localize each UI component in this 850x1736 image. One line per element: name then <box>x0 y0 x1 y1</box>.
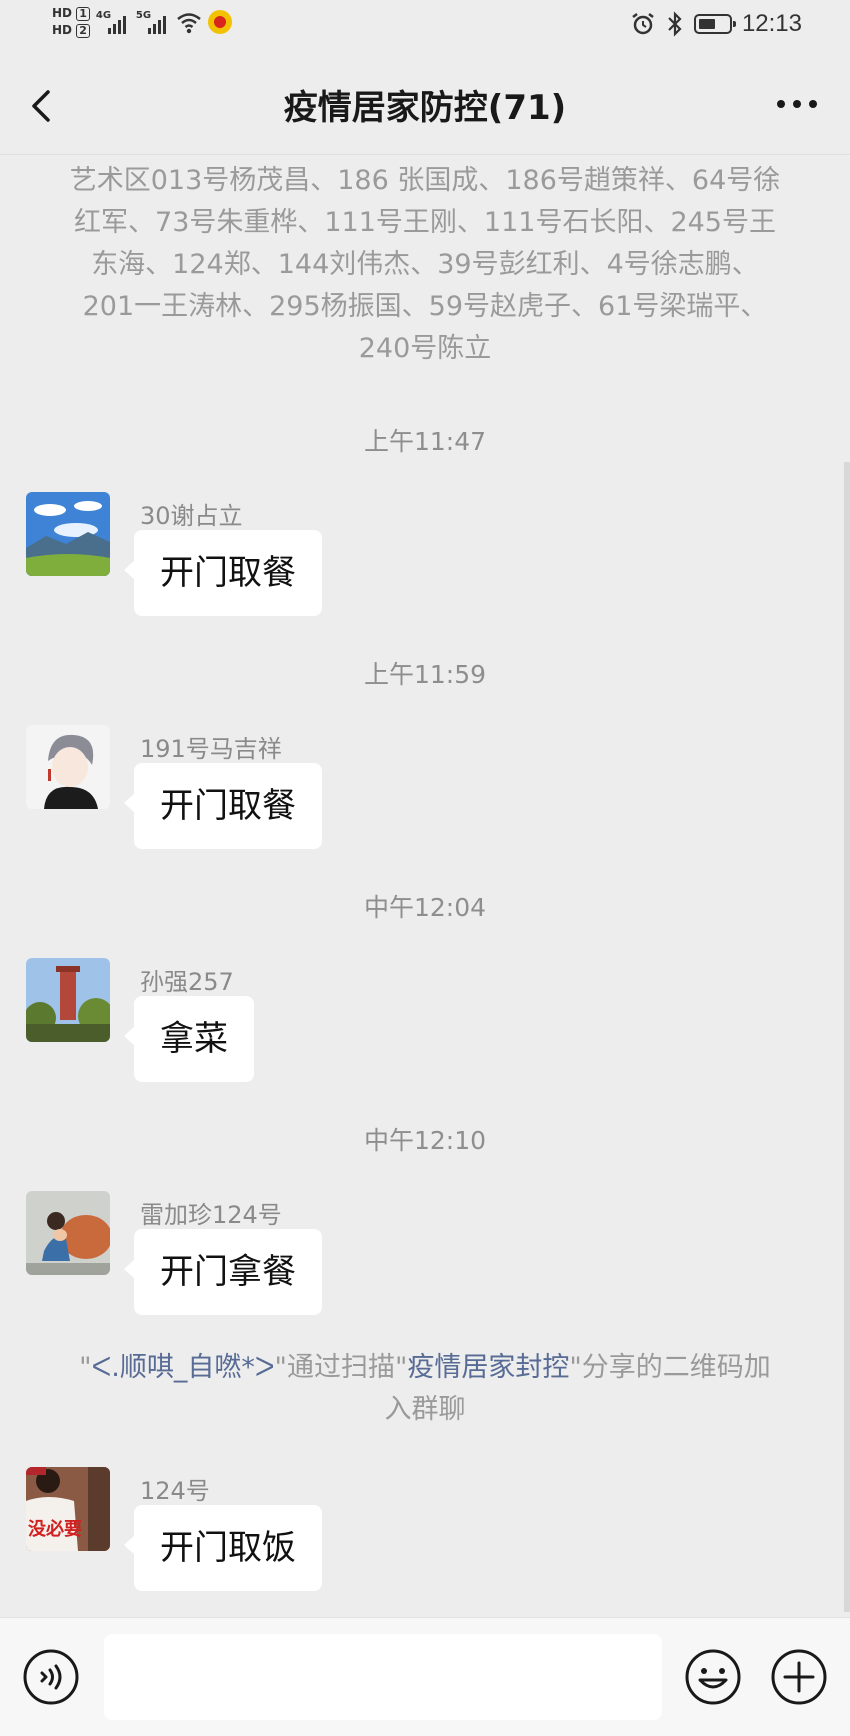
status-left: HD 1 HD 2 4G 5G <box>52 6 232 38</box>
sender-name: 124号 <box>140 1477 210 1505</box>
timestamp: 中午12:10 <box>363 1126 487 1155</box>
group-link[interactable]: 疫情居家封控 <box>407 1352 569 1383</box>
message-bubble[interactable]: 拿菜 <box>124 996 254 1082</box>
message-input[interactable] <box>104 1634 662 1720</box>
chat-title: 疫情居家防控(71) <box>283 88 567 128</box>
alarm-icon <box>632 13 654 35</box>
status-bar: HD 1 HD 2 4G 5G 12:13 <box>0 0 850 56</box>
hd-indicators: HD 1 HD 2 <box>52 6 90 38</box>
timestamp: 中午12:04 <box>363 893 487 922</box>
voice-input-icon[interactable] <box>22 1648 80 1706</box>
avatar[interactable] <box>26 492 110 576</box>
wifi-icon <box>177 13 201 34</box>
joined-user-link[interactable]: ᐸ.顺唭_自嘫*ᐳ <box>92 1352 275 1383</box>
signal-4g-icon: 4G <box>96 6 130 34</box>
app-notification-icon <box>207 10 232 34</box>
sender-name: 雷加珍124号 <box>140 1201 282 1229</box>
message-bubble[interactable]: 开门取餐 <box>124 763 322 849</box>
more-actions-plus-icon[interactable] <box>770 1648 828 1706</box>
timestamp: 上午11:47 <box>363 427 487 456</box>
signal-5g-icon: 5G <box>136 6 170 34</box>
svg-text:没必要: 没必要 <box>28 1518 82 1540</box>
status-right: 12:13 <box>630 10 802 38</box>
chat-scrollbar[interactable] <box>844 462 850 1612</box>
message-bubble[interactable]: 开门拿餐 <box>124 1229 322 1315</box>
message-bubble[interactable]: 开门取餐 <box>124 530 322 616</box>
join-notice: "ᐸ.顺唭_自嘫*ᐳ"通过扫描"疫情居家封控"分享的二维码加入群聊 <box>79 1352 771 1425</box>
sender-name: 孙强257 <box>140 968 234 996</box>
sender-name: 30谢占立 <box>140 502 243 530</box>
hd-indicator-1: HD 1 <box>52 6 90 21</box>
avatar[interactable]: 没必要 <box>26 1467 110 1551</box>
bluetooth-icon <box>668 11 682 37</box>
system-message: 艺术区013号杨茂昌、186 张国成、186号趙策祥、64号徐红军、73号朱重桦… <box>69 165 781 364</box>
avatar[interactable] <box>26 1191 110 1275</box>
message-bubble[interactable]: 开门取饭 <box>124 1505 322 1591</box>
chat-header: 疫情居家防控(71) <box>0 56 850 155</box>
more-options-icon[interactable] <box>774 92 820 116</box>
sender-name: 191号马吉祥 <box>140 735 282 763</box>
hd-indicator-2: HD 2 <box>52 23 90 38</box>
timestamp: 上午11:59 <box>363 660 487 689</box>
emoji-icon[interactable] <box>684 1648 742 1706</box>
input-bar <box>0 1617 850 1736</box>
avatar[interactable] <box>26 958 110 1042</box>
avatar[interactable] <box>26 725 110 809</box>
status-time: 12:13 <box>741 10 802 37</box>
battery-icon <box>693 14 736 34</box>
